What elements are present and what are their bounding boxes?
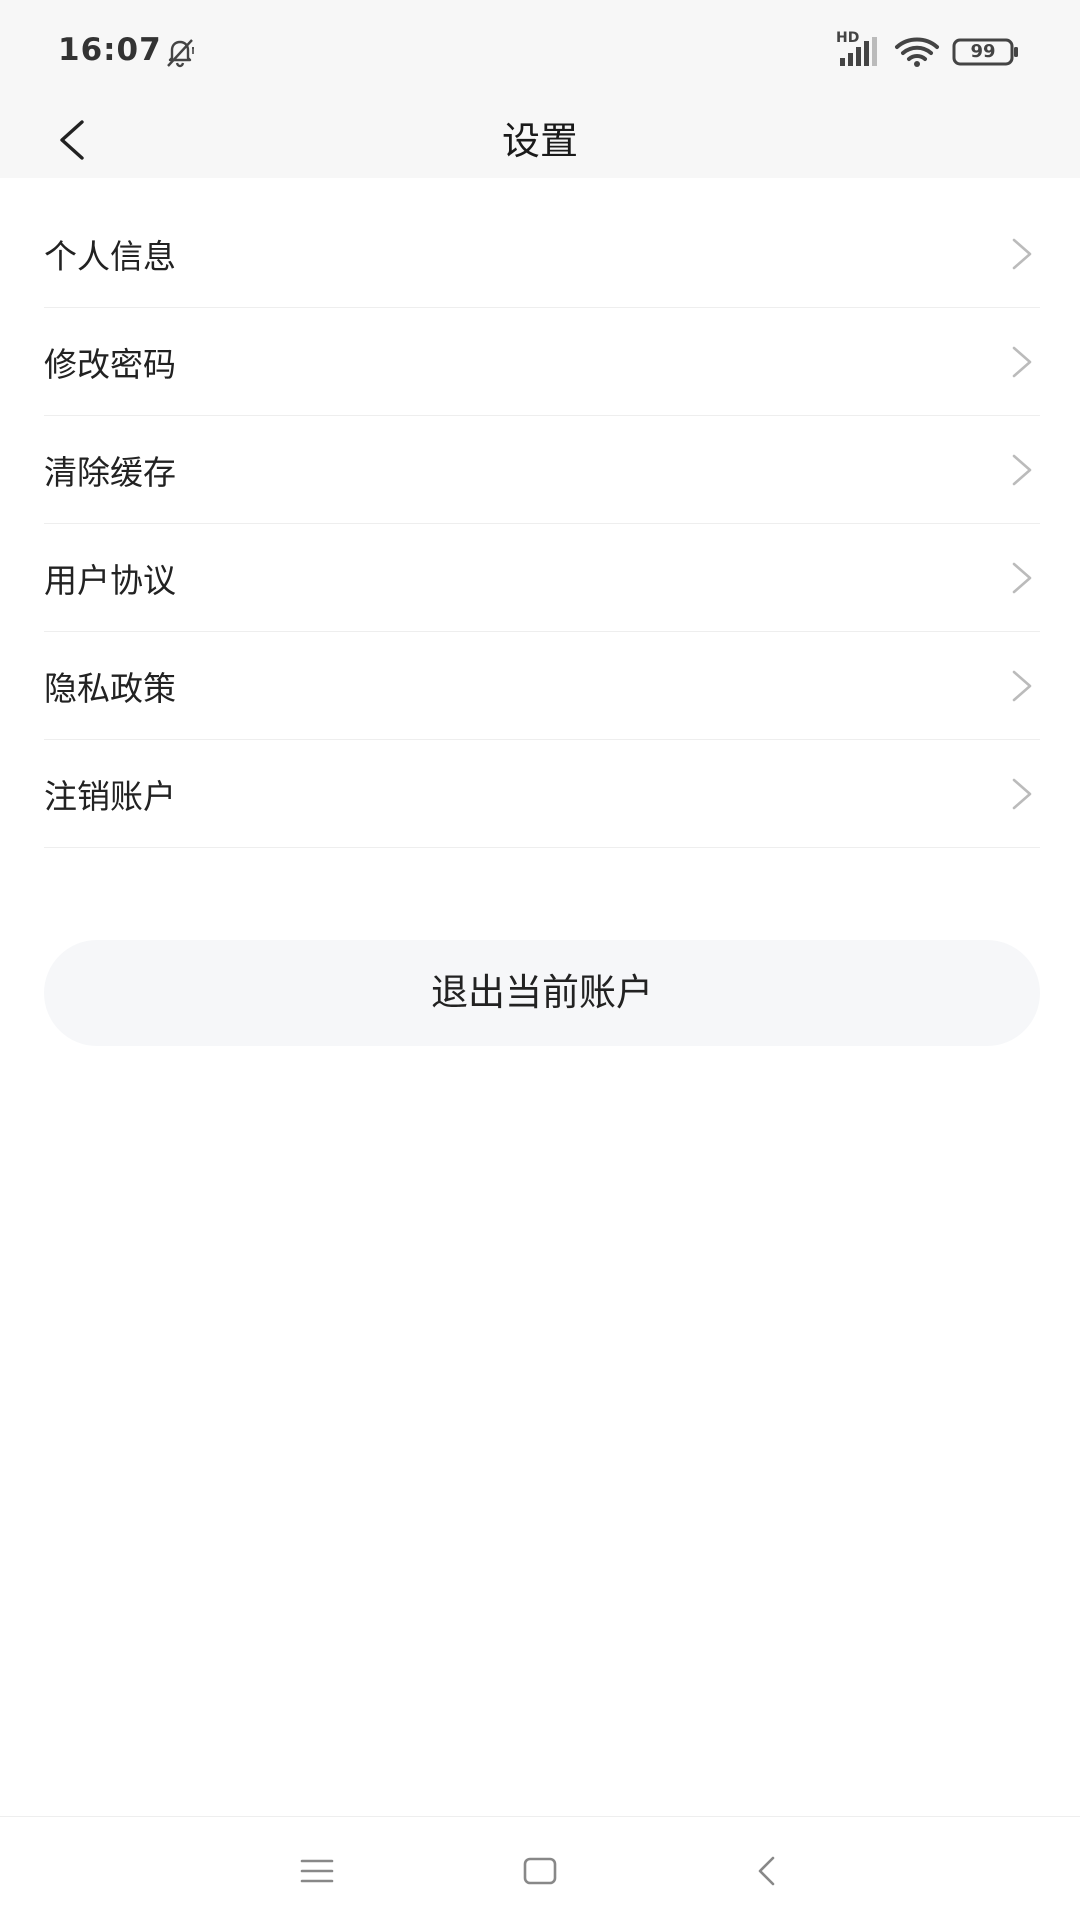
page-title: 设置 [501, 119, 578, 163]
signal-hd-label: HD [836, 30, 860, 46]
settings-item-personal-info[interactable]: 个人信息 [44, 200, 1040, 308]
chevron-right-icon [1012, 562, 1032, 593]
settings-item-change-password[interactable]: 修改密码 [44, 308, 1040, 416]
logout-button[interactable]: 退出当前账户 [44, 940, 1040, 1046]
chevron-left-icon [60, 120, 84, 160]
settings-item-clear-cache[interactable]: 清除缓存 [44, 416, 1040, 524]
signal-icon: HD [836, 30, 882, 68]
chevron-right-icon [1012, 346, 1032, 377]
menu-icon [300, 1859, 334, 1883]
battery-icon: 99 [952, 38, 1022, 66]
system-home-button[interactable] [504, 1839, 576, 1903]
chevron-right-icon [1012, 238, 1032, 269]
settings-item-label: 清除缓存 [44, 452, 176, 492]
status-bar: 16:07 HD 99 [0, 0, 1080, 104]
settings-item-label: 用户协议 [44, 560, 176, 600]
system-back-button[interactable] [731, 1839, 803, 1903]
chevron-right-icon [1012, 670, 1032, 701]
settings-item-user-agreement[interactable]: 用户协议 [44, 524, 1040, 632]
settings-item-delete-account[interactable]: 注销账户 [44, 740, 1040, 848]
settings-item-label: 修改密码 [44, 344, 176, 384]
back-button[interactable] [36, 108, 108, 172]
status-time: 16:07 [58, 32, 162, 68]
chevron-right-icon [1012, 454, 1032, 485]
settings-item-label: 个人信息 [44, 236, 176, 276]
battery-level: 99 [970, 41, 996, 62]
wifi-icon [895, 37, 939, 67]
header: 设置 [0, 104, 1080, 178]
system-nav-bar [0, 1816, 1080, 1921]
settings-list: 个人信息 修改密码 清除缓存 用户协议 隐私政策 注销账户 [44, 200, 1040, 848]
chevron-right-icon [1012, 778, 1032, 809]
home-icon [523, 1857, 557, 1885]
back-icon [758, 1856, 775, 1886]
system-menu-button[interactable] [281, 1839, 353, 1903]
settings-item-privacy-policy[interactable]: 隐私政策 [44, 632, 1040, 740]
notification-mute-icon [167, 39, 194, 68]
settings-item-label: 隐私政策 [44, 668, 176, 708]
settings-item-label: 注销账户 [44, 776, 176, 816]
